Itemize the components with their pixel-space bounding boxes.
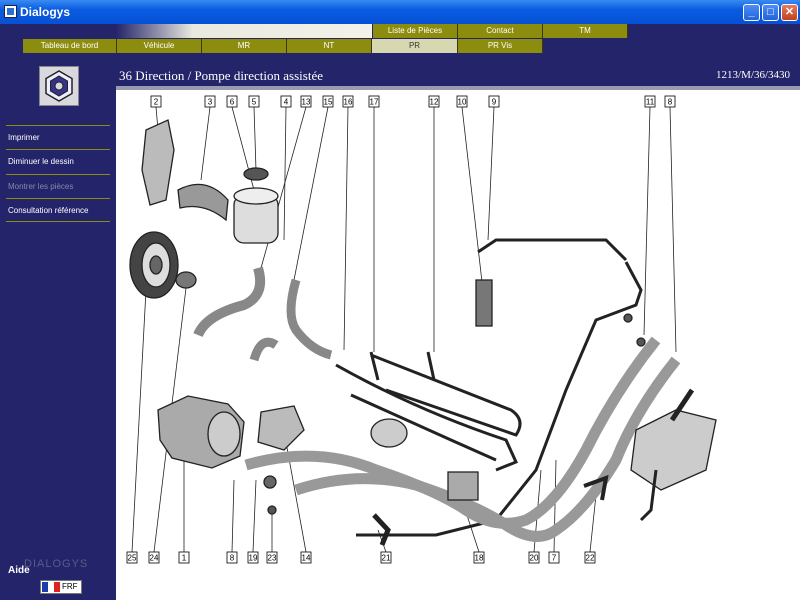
sidebar-item-diminuer-le-dessin[interactable]: Diminuer le dessin — [6, 149, 110, 173]
callout-label: 11 — [646, 98, 655, 107]
language-selector[interactable]: FRF — [40, 580, 82, 594]
callout-18[interactable]: 18 — [473, 551, 485, 564]
page-reference: 1213/M/36/3430 — [716, 69, 790, 81]
window-title: Dialogys — [20, 5, 71, 19]
callout-9[interactable]: 9 — [488, 95, 500, 108]
callout-label: 12 — [430, 98, 439, 107]
tab-tableau-de-bord[interactable]: Tableau de bord — [23, 39, 117, 53]
callout-3[interactable]: 3 — [204, 95, 216, 108]
leader-line — [131, 289, 147, 553]
callout-15[interactable]: 15 — [322, 95, 334, 108]
callout-label: 3 — [208, 98, 213, 107]
callout-label: 4 — [284, 98, 289, 107]
tab-liste-de-pieces[interactable]: Liste de Pièces — [373, 24, 458, 38]
leader-line — [253, 106, 257, 171]
minimize-icon[interactable]: _ — [743, 4, 760, 21]
callout-label: 24 — [150, 554, 159, 563]
tab-contact[interactable]: Contact — [458, 24, 543, 38]
callout-2[interactable]: 2 — [150, 95, 162, 108]
language-code: FRF — [62, 582, 78, 591]
tab-pr[interactable]: PR — [372, 39, 458, 53]
callout-label: 8 — [230, 554, 235, 563]
sidebar-item-imprimer[interactable]: Imprimer — [6, 125, 110, 149]
tab-nt[interactable]: NT — [287, 39, 372, 53]
callout-12[interactable]: 12 — [428, 95, 440, 108]
leader-line — [461, 106, 483, 283]
menu-highlight — [116, 24, 372, 38]
page-title: 36 Direction / Pompe direction assistée — [119, 68, 323, 83]
sidebar-item-consultation-reference[interactable]: Consultation référence — [6, 198, 110, 222]
diagram-drawing: 2 3 6 5 4 13 15 16 17 12 10 9 11 825 24 1 8 19 23 14 21 18 20 7… — [126, 95, 717, 564]
callout-label: 15 — [324, 98, 333, 107]
help-link[interactable]: Aide — [8, 565, 30, 576]
callout-label: 23 — [268, 554, 277, 563]
leader-line — [343, 106, 349, 351]
maximize-icon[interactable]: □ — [762, 4, 779, 21]
callout-label: 21 — [382, 554, 391, 563]
callout-label: 16 — [344, 98, 353, 107]
callout-label: 6 — [230, 98, 235, 107]
sidebar-item-montrer-les-pieces: Montrer les pièces — [6, 174, 110, 198]
leader-line — [553, 459, 557, 553]
callout-25[interactable]: 25 — [126, 551, 138, 564]
callout-22[interactable]: 22 — [584, 551, 596, 564]
callout-14[interactable]: 14 — [300, 551, 312, 564]
leader-line — [487, 106, 495, 241]
app-icon — [4, 5, 17, 18]
leader-line — [283, 106, 287, 241]
callout-20[interactable]: 20 — [528, 551, 540, 564]
callout-label: 10 — [458, 98, 467, 107]
tab-tm[interactable]: TM — [543, 24, 628, 38]
callout-label: 13 — [302, 98, 311, 107]
leader-line — [669, 106, 677, 353]
callout-17[interactable]: 17 — [368, 95, 380, 108]
callout-label: 20 — [530, 554, 539, 563]
hexagon-nut-icon — [39, 66, 79, 106]
callout-21[interactable]: 21 — [380, 551, 392, 564]
callout-label: 8 — [668, 98, 673, 107]
callout-1[interactable]: 1 — [178, 551, 190, 564]
tab-vehicule[interactable]: Véhicule — [117, 39, 202, 53]
callout-label: 5 — [252, 98, 257, 107]
callout-label: 7 — [552, 554, 557, 563]
callout-label: 25 — [128, 554, 137, 563]
brand-watermark: DIALOGYS — [24, 558, 89, 570]
callout-7[interactable]: 7 — [548, 551, 560, 564]
callout-19[interactable]: 19 — [247, 551, 259, 564]
callout-8[interactable]: 8 — [226, 551, 238, 564]
callout-16[interactable]: 16 — [342, 95, 354, 108]
callout-label: 18 — [475, 554, 484, 563]
callout-label: 19 — [249, 554, 258, 563]
parts-diagram: 2 3 6 5 4 13 15 16 17 12 10 9 11 8 25 24 1 8 19 23 14 21 18 20 7… — [116, 90, 800, 600]
callout-label: 1 — [182, 554, 187, 563]
callout-label: 2 — [154, 98, 159, 107]
callout-4[interactable]: 4 — [280, 95, 292, 108]
callout-13[interactable]: 13 — [300, 95, 312, 108]
france-flag-icon — [42, 582, 60, 592]
leader-line — [200, 106, 211, 181]
callout-11[interactable]: 11 — [644, 95, 656, 108]
leader-line — [643, 106, 651, 336]
leader-line — [252, 479, 257, 553]
callout-24[interactable]: 24 — [148, 551, 160, 564]
callout-10[interactable]: 10 — [456, 95, 468, 108]
callout-label: 22 — [586, 554, 595, 563]
callout-label: 17 — [370, 98, 379, 107]
callout-6[interactable]: 6 — [226, 95, 238, 108]
callout-5[interactable]: 5 — [248, 95, 260, 108]
leader-line — [231, 479, 235, 553]
callout-label: 14 — [302, 554, 311, 563]
tab-mr[interactable]: MR — [202, 39, 287, 53]
tab-pr-vis[interactable]: PR Vis — [458, 39, 543, 53]
callout-8[interactable]: 8 — [664, 95, 676, 108]
callout-23[interactable]: 23 — [266, 551, 278, 564]
content-header: 36 Direction / Pompe direction assistée … — [116, 66, 800, 86]
close-icon[interactable]: ✕ — [781, 4, 798, 21]
callout-label: 9 — [492, 98, 497, 107]
leader-line — [260, 106, 307, 269]
title-bar: Dialogys _ □ ✕ — [0, 0, 800, 24]
